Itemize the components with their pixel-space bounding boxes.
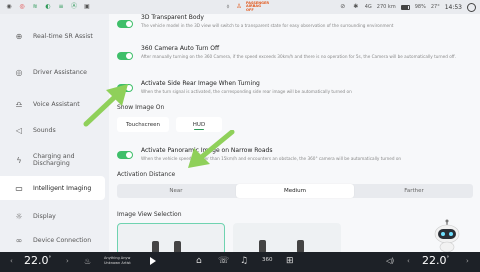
auto-hold-icon: Ⓐ <box>70 3 77 10</box>
parking-icon: ▣ <box>84 3 90 10</box>
range-text: 270 km <box>376 4 396 10</box>
image-view-option-2[interactable] <box>233 223 341 252</box>
distance-medium-option[interactable]: Medium <box>236 184 354 198</box>
sidebar-item-device-connection[interactable]: ∞ Device Connection <box>0 228 105 252</box>
distance-near-option[interactable]: Near <box>117 184 235 198</box>
sr-icon: ⊕ <box>15 31 23 41</box>
music-icon[interactable]: ♫ <box>240 256 248 266</box>
battery-icon <box>400 4 410 10</box>
left-temp-decrease-icon[interactable]: ‹ <box>10 257 13 265</box>
touchscreen-option-label: Touchscreen <box>125 121 161 128</box>
sidebar-item-label: Sounds <box>33 126 56 134</box>
sidebar-item-label: Display <box>33 212 56 220</box>
speaker-icon: ◁ <box>15 125 23 135</box>
sidebar-item-sr-assist[interactable]: ⊕ Real-time SR Assist <box>0 24 105 48</box>
camera-auto-off-title: 360 Camera Auto Turn Off <box>141 45 220 52</box>
steering-wheel-icon: ◎ <box>15 67 23 77</box>
transparent-body-desc: The vehicle model in the 3D view will sw… <box>141 23 394 28</box>
transparent-body-toggle[interactable] <box>117 20 133 28</box>
no-signal-icon: ⊘ <box>340 3 346 10</box>
camera-view-thumb <box>152 241 159 252</box>
right-temp-increase-icon[interactable]: › <box>466 257 469 265</box>
sidebar-item-label: Intelligent Imaging <box>33 184 92 192</box>
link-icon: ∞ <box>15 235 23 245</box>
phone-icon[interactable]: ☏ <box>218 256 229 266</box>
robot-assistant-icon[interactable] <box>432 219 462 252</box>
time-text: 14:53 <box>444 3 462 11</box>
side-rear-turning-title: Activate Side Rear Image When Turning <box>141 80 260 87</box>
sidebar-item-label: Voice Assistant <box>33 100 80 108</box>
activation-distance-selector: Near Medium Farther <box>117 184 473 198</box>
apps-grid-icon[interactable]: ⊞ <box>286 256 294 266</box>
image-view-option-1[interactable] <box>117 223 225 252</box>
location-icon: ⬨ <box>226 3 230 10</box>
narrow-roads-title: Activate Panoramic Image on Narrow Roads <box>141 147 273 154</box>
sidebar-item-voice-assistant[interactable]: ♎ Voice Assistant <box>0 92 105 116</box>
touchscreen-option[interactable]: Touchscreen <box>117 117 169 132</box>
settings-panel: 3D Transparent Body The vehicle model in… <box>109 14 480 252</box>
side-rear-turning-toggle[interactable] <box>117 84 133 92</box>
profile-icon[interactable] <box>467 2 476 12</box>
sidebar: ⊕ Real-time SR Assist ◎ Driver Assistanc… <box>0 14 105 252</box>
sidebar-item-label: Charging and Discharging <box>33 153 75 167</box>
sidebar-item-label: Device Connection <box>33 236 92 244</box>
car-icon[interactable]: ⌂ <box>196 256 202 266</box>
sidebar-item-label: Real-time SR Assist <box>33 32 93 40</box>
left-temperature[interactable]: 22.0° <box>24 254 51 267</box>
camera-view-thumb <box>259 240 266 252</box>
track-artist: Unknown Artist <box>104 260 131 265</box>
volume-icon[interactable]: ◁) <box>386 257 394 265</box>
sidebar-item-driver-assistance[interactable]: ◎ Driver Assistance <box>0 60 105 84</box>
camera-view-thumb <box>174 241 181 252</box>
image-view-selection-label: Image View Selection <box>117 211 182 218</box>
headlight-green-icon: ≋ <box>32 3 38 10</box>
sidebar-item-charging[interactable]: ϟ Charging and Discharging <box>0 148 105 172</box>
status-bar: ◉ ◎ ≋ ◐ ≡ Ⓐ ▣ ⬨ ♙ PASSENGER AIRBAG OFF ⊘… <box>0 0 480 14</box>
right-temperature[interactable]: 22.0° <box>422 254 449 267</box>
sun-icon: ☼ <box>15 211 23 221</box>
sidebar-item-intelligent-imaging[interactable]: ▭ Intelligent Imaging <box>0 176 105 200</box>
passenger-airbag-text: PASSENGER AIRBAG OFF <box>246 0 270 12</box>
beam-icon: ≡ <box>58 3 64 10</box>
view-360-button[interactable]: 360 <box>262 257 273 263</box>
play-button[interactable] <box>150 257 156 265</box>
hud-option[interactable]: HUD <box>176 117 222 132</box>
hud-option-label: HUD <box>192 121 206 128</box>
right-temp-decrease-icon[interactable]: ‹ <box>407 257 410 265</box>
voice-icon: ♎ <box>15 99 23 109</box>
sidebar-item-display[interactable]: ☼ Display <box>0 204 105 228</box>
airbag-icon: ♙ <box>236 3 242 10</box>
narrow-roads-toggle[interactable] <box>117 151 133 159</box>
activation-distance-label: Activation Distance <box>117 171 176 178</box>
camera-icon: ▭ <box>15 183 23 193</box>
seat-heat-icon[interactable]: ♨ <box>84 257 91 266</box>
sidebar-item-sounds[interactable]: ◁ Sounds <box>0 118 105 142</box>
warning-red-icon: ◎ <box>19 3 25 10</box>
fog-light-icon: ◐ <box>45 3 51 10</box>
camera-view-thumb <box>297 240 304 252</box>
track-title: Anything Anyw <box>104 256 131 260</box>
narrow-roads-desc: When the vehicle speed is lower than 15k… <box>141 156 402 161</box>
transparent-body-title: 3D Transparent Body <box>141 14 204 21</box>
battery-text: 98% <box>414 4 426 10</box>
bottom-dock: ‹ 22.0° › ♨ Anything Anyw Unknown Artist… <box>0 252 480 272</box>
sr-status-icon: ◉ <box>6 3 12 10</box>
camera-auto-off-desc: After manually turning on the 360 Camera… <box>141 54 457 59</box>
now-playing[interactable]: Anything Anyw Unknown Artist <box>104 256 131 265</box>
left-temp-increase-icon[interactable]: › <box>66 257 69 265</box>
sidebar-item-label: Driver Assistance <box>33 68 87 76</box>
temperature-text: 27° <box>430 4 440 10</box>
side-rear-turning-desc: When the turn signal is activated, the c… <box>141 89 352 94</box>
lightning-icon: ϟ <box>16 155 22 165</box>
hud-selected-indicator <box>194 128 204 130</box>
signal-text: 4G <box>364 4 372 10</box>
camera-auto-off-toggle[interactable] <box>117 52 133 60</box>
distance-farther-option[interactable]: Farther <box>355 184 473 198</box>
bluetooth-icon: ✱ <box>353 3 359 10</box>
show-image-on-label: Show Image On <box>117 104 165 111</box>
